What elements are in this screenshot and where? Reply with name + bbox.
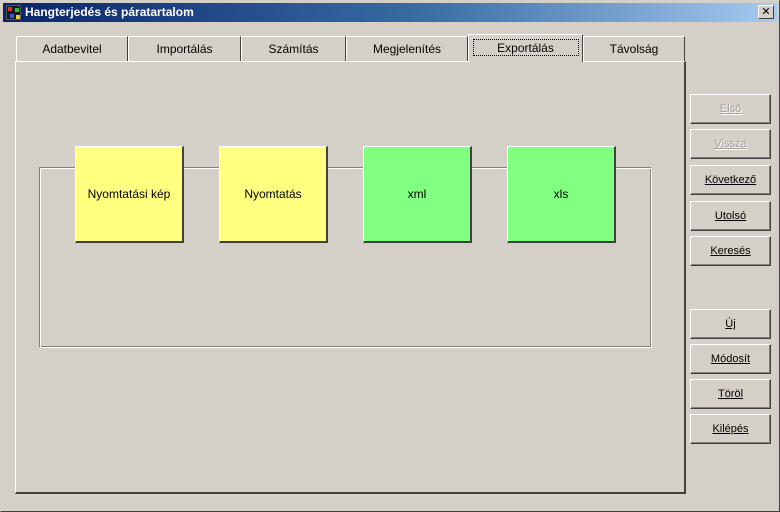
button-label: Új	[725, 318, 736, 330]
first-record-button[interactable]: Első	[690, 94, 771, 124]
tab-label: Számítás	[268, 42, 319, 56]
tab-szamitas[interactable]: Számítás	[241, 36, 346, 61]
tab-importalas[interactable]: Importálás	[128, 36, 241, 61]
next-record-button[interactable]: Következő	[690, 165, 771, 195]
tab-label: Exportálás	[497, 41, 554, 55]
button-label: Következő	[704, 174, 757, 186]
button-label: Keresés	[710, 245, 751, 257]
tab-panel-exportalas	[15, 61, 686, 494]
exit-button[interactable]: Kilépés	[690, 414, 771, 444]
tab-label: Importálás	[156, 42, 213, 56]
last-record-button[interactable]: Utolsó	[690, 201, 771, 231]
button-label: Töröl	[717, 388, 744, 400]
close-icon[interactable]: ✕	[758, 5, 774, 19]
tab-label: Megjelenítés	[372, 42, 442, 56]
print-button[interactable]: Nyomtatás	[219, 146, 328, 243]
tab-exportalas[interactable]: Exportálás	[468, 34, 583, 62]
new-record-button[interactable]: Új	[690, 309, 771, 339]
tab-adatbevitel[interactable]: Adatbevitel	[16, 36, 128, 61]
print-preview-button[interactable]: Nyomtatási kép	[75, 146, 184, 243]
tab-megjelenites[interactable]: Megjelenítés	[346, 36, 468, 61]
tab-label: Távolság	[609, 42, 659, 56]
button-label: Vissza	[714, 138, 747, 150]
tile-label: xls	[553, 187, 569, 201]
tab-tavolsag[interactable]: Távolság	[583, 36, 685, 61]
modify-record-button[interactable]: Módosít	[690, 344, 771, 374]
button-label: Kilépés	[712, 423, 749, 435]
button-label: Módosít	[710, 353, 751, 365]
export-xls-button[interactable]: xls	[507, 146, 616, 243]
button-label: Első	[719, 103, 742, 115]
previous-record-button[interactable]: Vissza	[690, 129, 771, 159]
title-bar[interactable]: Hangterjedés és páratartalom ✕	[3, 3, 777, 22]
button-label: Utolsó	[714, 210, 747, 222]
main-window: Hangterjedés és páratartalom ✕ Adatbevit…	[0, 0, 780, 512]
delete-record-button[interactable]: Töröl	[690, 379, 771, 409]
app-icon	[6, 5, 21, 20]
export-xml-button[interactable]: xml	[363, 146, 472, 243]
window-title: Hangterjedés és páratartalom	[25, 5, 194, 19]
tab-label: Adatbevitel	[42, 42, 102, 56]
tile-label: Nyomtatás	[244, 187, 302, 201]
tile-label: Nyomtatási kép	[87, 187, 171, 201]
search-button[interactable]: Keresés	[690, 236, 771, 266]
tile-label: xml	[407, 187, 427, 201]
